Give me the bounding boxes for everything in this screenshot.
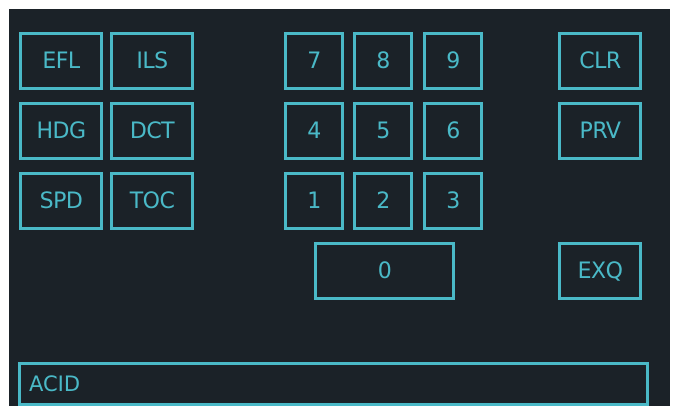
- acid-field[interactable]: ACID: [18, 362, 649, 406]
- toc-button[interactable]: TOC: [110, 172, 194, 230]
- efl-button[interactable]: EFL: [19, 32, 103, 90]
- digit-0-button[interactable]: 0: [314, 242, 455, 300]
- digit-1-button[interactable]: 1: [284, 172, 344, 230]
- digit-8-button[interactable]: 8: [353, 32, 413, 90]
- previous-button[interactable]: PRV: [558, 102, 642, 160]
- dct-button[interactable]: DCT: [110, 102, 194, 160]
- ils-button[interactable]: ILS: [110, 32, 194, 90]
- digit-3-button[interactable]: 3: [423, 172, 483, 230]
- digit-2-button[interactable]: 2: [353, 172, 413, 230]
- digit-9-button[interactable]: 9: [423, 32, 483, 90]
- digit-5-button[interactable]: 5: [353, 102, 413, 160]
- digit-4-button[interactable]: 4: [284, 102, 344, 160]
- execute-button[interactable]: EXQ: [558, 242, 642, 300]
- digit-7-button[interactable]: 7: [284, 32, 344, 90]
- digit-6-button[interactable]: 6: [423, 102, 483, 160]
- clear-button[interactable]: CLR: [558, 32, 642, 90]
- hdg-button[interactable]: HDG: [19, 102, 103, 160]
- spd-button[interactable]: SPD: [19, 172, 103, 230]
